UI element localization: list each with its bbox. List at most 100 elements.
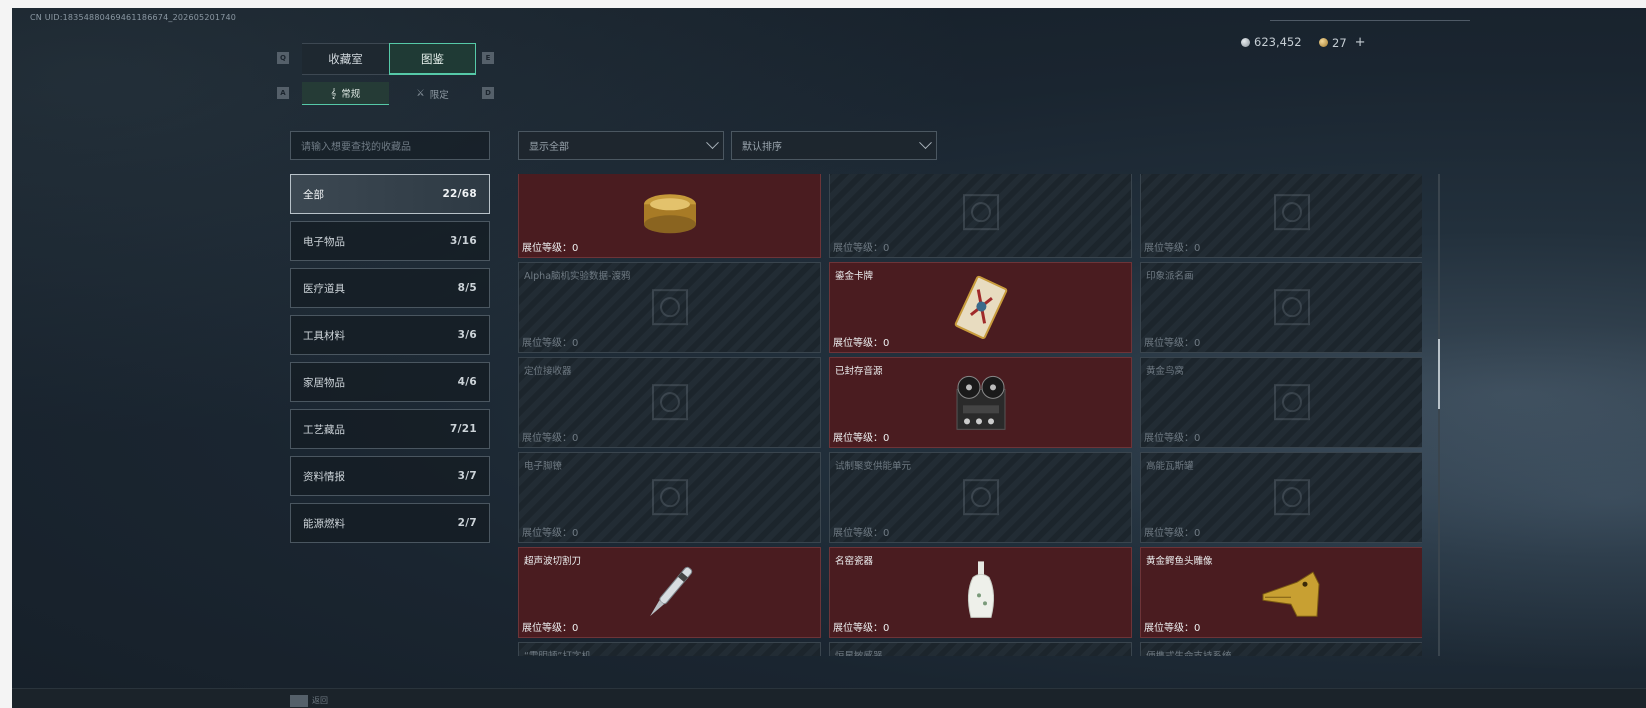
collectible-name: 黄金鳄鱼头雕像 — [1146, 556, 1213, 567]
category-count: 4/6 — [457, 376, 477, 388]
add-currency-button[interactable]: + — [1355, 35, 1366, 50]
collectible-name: 超声波切割刀 — [524, 556, 582, 567]
gold-box-icon — [640, 182, 700, 246]
collectible-card[interactable]: 已封存音源展位等级：0 — [829, 357, 1132, 448]
tab-collection-room[interactable]: 收藏室 — [302, 43, 389, 75]
display-level: 展位等级：0 — [522, 243, 579, 254]
collectible-card[interactable]: 定位接收器展位等级：0 — [518, 357, 821, 448]
gold-nest-icon — [1265, 375, 1319, 433]
category-item[interactable]: 医疗道具 8/5 — [290, 268, 490, 308]
key-hint-e: E — [482, 52, 494, 64]
display-level: 展位等级：0 — [833, 623, 890, 634]
back-button[interactable]: 返回 — [290, 693, 340, 708]
key-hint-d: D — [482, 87, 494, 99]
collectible-card[interactable]: 黄金鸟窝 展位等级：0 — [1140, 357, 1422, 448]
device-icon — [954, 185, 1008, 243]
collectible-name: 鎏金卡牌 — [835, 271, 874, 282]
display-level: 展位等级：0 — [1144, 623, 1201, 634]
silver-balance: 623,452 — [1241, 35, 1302, 49]
subtab-limited[interactable]: ⚔ 限定 — [389, 82, 476, 105]
collectible-name: 名窑瓷器 — [835, 556, 874, 567]
display-level: 展位等级：0 — [833, 338, 890, 349]
collectible-name: 定位接收器 — [524, 366, 572, 377]
category-count: 3/7 — [457, 470, 477, 482]
category-count: 2/7 — [457, 517, 477, 529]
display-filter-dropdown[interactable]: 显示全部 — [518, 131, 724, 160]
gas-canister-icon — [1265, 470, 1319, 528]
category-label: 全部 — [303, 188, 324, 201]
category-label: 资料情报 — [303, 470, 345, 483]
collectible-card[interactable]: 便携式生命支持系统展位等级：0 — [1140, 642, 1422, 656]
esc-key-icon — [290, 694, 308, 707]
gold-amount: 27 — [1332, 35, 1347, 50]
scrollbar-thumb[interactable] — [1438, 339, 1440, 409]
crossed-swords-icon: ⚔ — [416, 88, 425, 99]
category-count: 3/6 — [457, 329, 477, 341]
subtab-regular[interactable]: 𝄞 常规 — [302, 82, 389, 105]
display-level: 展位等级：0 — [833, 433, 890, 444]
collectible-name: 已封存音源 — [835, 366, 883, 377]
category-label: 能源燃料 — [303, 517, 345, 530]
collectible-card[interactable]: 试制聚变供能单元 展位等级：0 — [829, 452, 1132, 543]
category-item[interactable]: 全部 22/68 — [290, 174, 490, 214]
display-level: 展位等级：0 — [522, 623, 579, 634]
collectible-card[interactable]: 黄金鳄鱼头雕像 展位等级：0 — [1140, 547, 1422, 638]
collectible-name: 印象派名画 — [1146, 271, 1194, 282]
category-item[interactable]: 家居物品 4/6 — [290, 362, 490, 402]
fusion-unit-icon — [954, 470, 1008, 528]
category-label: 电子物品 — [303, 235, 345, 248]
category-item[interactable]: 工艺藏品 7/21 — [290, 409, 490, 449]
collectible-name: 恒星敏感器 — [835, 648, 883, 656]
subtab-label: 常规 — [341, 89, 361, 100]
collectibles-grid-viewport: 展位等级：0 展位等级：0 展位等级：0 Alpha脑机实验数据-渡鸦 展位等级：0 鎏金… — [518, 174, 1422, 656]
collectible-card[interactable]: 鎏金卡牌展位等级：0 — [829, 262, 1132, 353]
grid-scrollbar[interactable] — [1438, 174, 1440, 656]
collectible-card[interactable]: 超声波切割刀 展位等级：0 — [518, 547, 821, 638]
gold-coin-icon — [1319, 38, 1328, 47]
collectible-card[interactable]: 展位等级：0 — [829, 174, 1132, 258]
collectible-card[interactable]: 展位等级：0 — [518, 174, 821, 258]
music-note-icon: 𝄞 — [330, 87, 337, 99]
category-count: 7/21 — [450, 423, 477, 435]
collectible-name: 电子脚镣 — [524, 461, 563, 472]
collectible-card[interactable]: 恒星敏感器展位等级：0 — [829, 642, 1132, 656]
display-level: 展位等级：0 — [522, 338, 579, 349]
collectible-name: 高能瓦斯罐 — [1146, 461, 1194, 472]
reel-recorder-icon — [949, 371, 1013, 437]
collectible-card[interactable]: Alpha脑机实验数据-渡鸦 展位等级：0 — [518, 262, 821, 353]
collectible-card[interactable]: “雷明顿”打字机展位等级：0 — [518, 642, 821, 656]
category-item[interactable]: 工具材料 3/6 — [290, 315, 490, 355]
top-divider — [1270, 20, 1470, 21]
display-filter-value: 显示全部 — [529, 142, 569, 153]
search-placeholder: 请输入想要查找的收藏品 — [301, 142, 411, 153]
data-drive-icon — [643, 280, 697, 338]
category-item[interactable]: 资料情报 3/7 — [290, 456, 490, 496]
sort-dropdown[interactable]: 默认排序 — [731, 131, 937, 160]
collectible-card[interactable]: 名窑瓷器展位等级：0 — [829, 547, 1132, 638]
display-level: 展位等级：0 — [833, 243, 890, 254]
frame-icon — [1265, 185, 1319, 243]
tab-label: 图鉴 — [421, 52, 444, 66]
collectible-card[interactable]: 展位等级：0 — [1140, 174, 1422, 258]
sort-value: 默认排序 — [742, 142, 782, 153]
category-label: 工艺藏品 — [303, 423, 345, 436]
tab-catalog[interactable]: 图鉴 — [389, 43, 476, 75]
collectible-card[interactable]: 印象派名画 展位等级：0 — [1140, 262, 1422, 353]
porcelain-vase-icon — [961, 559, 1001, 629]
display-level: 展位等级：0 — [522, 433, 579, 444]
search-input[interactable]: 请输入想要查找的收藏品 — [290, 131, 490, 160]
category-label: 工具材料 — [303, 329, 345, 342]
collectible-card[interactable]: 电子脚镣 展位等级：0 — [518, 452, 821, 543]
back-label: 返回 — [312, 696, 328, 705]
category-item[interactable]: 电子物品 3/16 — [290, 221, 490, 261]
category-count: 3/16 — [450, 235, 477, 247]
collectible-name: “雷明顿”打字机 — [524, 648, 591, 656]
silver-coin-icon — [1241, 37, 1250, 47]
collectibles-grid: 展位等级：0 展位等级：0 展位等级：0 Alpha脑机实验数据-渡鸦 展位等级：0 鎏金… — [518, 174, 1422, 656]
receiver-icon — [643, 375, 697, 433]
key-hint-q: Q — [277, 52, 289, 64]
category-label: 家居物品 — [303, 376, 345, 389]
collectible-card[interactable]: 高能瓦斯罐 展位等级：0 — [1140, 452, 1422, 543]
collectible-name: 便携式生命支持系统 — [1146, 648, 1232, 656]
category-item[interactable]: 能源燃料 2/7 — [290, 503, 490, 543]
